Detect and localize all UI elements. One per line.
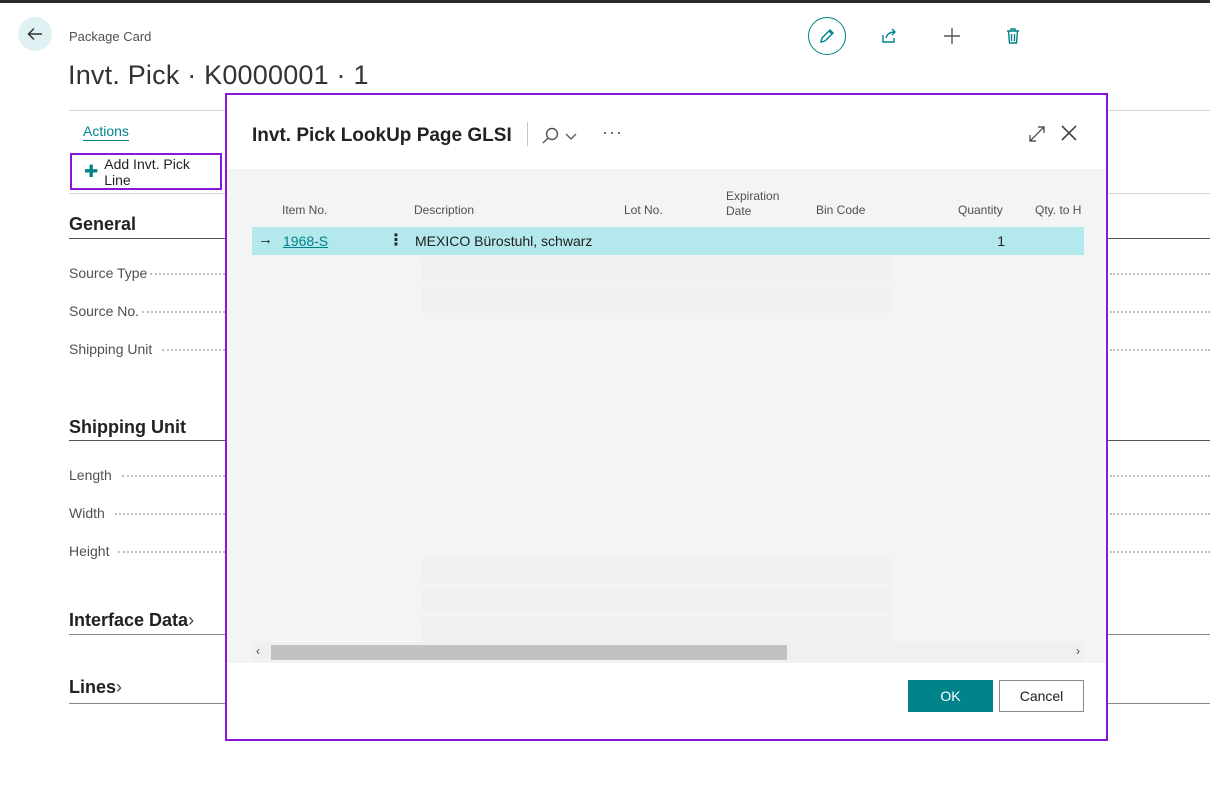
add-invt-pick-line-button[interactable]: ✚ Add Invt. Pick Line [70, 153, 222, 190]
actions-tab[interactable]: Actions [83, 123, 129, 141]
search-icon [542, 127, 559, 144]
leader-dots [1110, 311, 1210, 313]
expand-icon [1029, 126, 1045, 142]
empty-row-placeholder [422, 617, 892, 643]
empty-row-placeholder [422, 287, 892, 313]
lines-label: Lines [69, 677, 117, 697]
length-label: Length [69, 467, 112, 483]
trash-icon [1007, 28, 1019, 44]
page-caption: Package Card [69, 29, 152, 44]
column-header-bin-code[interactable]: Bin Code [816, 203, 865, 218]
source-type-label: Source Type [69, 265, 148, 281]
cancel-button[interactable]: Cancel [999, 680, 1084, 712]
close-dialog-button[interactable] [1059, 123, 1081, 145]
item-no-cell[interactable]: 1968-S [283, 233, 328, 249]
interface-data-section-heading[interactable]: Interface Data› [69, 610, 194, 631]
row-actions-icon[interactable]: ⋮ [388, 230, 404, 250]
new-button[interactable] [933, 17, 971, 55]
leader-dots [115, 513, 225, 515]
shipping-unit-label: Shipping Unit [69, 341, 153, 357]
width-label: Width [69, 505, 105, 521]
leader-dots [1110, 349, 1210, 351]
pencil-icon [820, 29, 834, 43]
empty-row-placeholder [422, 557, 892, 583]
edit-button[interactable] [808, 17, 846, 55]
column-header-qty-to-handle[interactable]: Qty. to H [1035, 203, 1081, 218]
plus-icon [944, 28, 960, 44]
scrollbar-thumb[interactable] [271, 645, 787, 660]
leader-dots [1110, 475, 1210, 477]
scroll-left-icon[interactable]: ‹ [256, 644, 260, 658]
leader-dots [1110, 273, 1210, 275]
dialog-search-button[interactable] [541, 125, 581, 147]
more-options-button[interactable]: ··· [602, 122, 623, 143]
leader-dots [1110, 513, 1210, 515]
expiration-date-line1: Expiration [726, 189, 780, 203]
chevron-down-icon [565, 133, 577, 140]
column-header-expiration-date[interactable]: Expiration Date [726, 189, 779, 219]
leader-dots [118, 551, 225, 553]
general-section-heading[interactable]: General [69, 214, 136, 235]
scroll-right-icon[interactable]: › [1076, 644, 1080, 658]
page-title: Invt. Pick · K0000001 · 1 [68, 60, 369, 90]
leader-dots [1110, 551, 1210, 553]
chevron-right-icon: › [188, 610, 195, 630]
height-label: Height [69, 543, 110, 559]
quantity-cell: 1 [997, 233, 1005, 249]
ok-button[interactable]: OK [908, 680, 993, 712]
leader-dots [142, 311, 225, 313]
delete-button[interactable] [994, 17, 1032, 55]
row-indicator-arrow-icon: → [258, 231, 273, 248]
column-header-item-no[interactable]: Item No. [282, 203, 327, 218]
window-top-bar [0, 0, 1210, 3]
add-invt-pick-line-label: Add Invt. Pick Line [104, 155, 190, 188]
share-icon [882, 28, 896, 43]
empty-row-placeholder [422, 587, 892, 613]
column-header-lot-no[interactable]: Lot No. [624, 203, 663, 218]
column-header-quantity[interactable]: Quantity [958, 203, 1003, 218]
leader-dots [122, 475, 225, 477]
horizontal-scrollbar[interactable]: ‹ › [252, 642, 1084, 662]
share-button[interactable] [870, 17, 908, 55]
back-button[interactable] [18, 17, 52, 51]
leader-dots [150, 273, 225, 275]
add-icon: ✚ [84, 161, 99, 181]
leader-dots [162, 349, 225, 351]
lookup-dialog: Invt. Pick LookUp Page GLSI ··· Item No.… [225, 93, 1108, 741]
description-cell: MEXICO Bürostuhl, schwarz [415, 233, 593, 249]
source-no-label: Source No. [69, 303, 140, 319]
back-arrow-icon [27, 27, 42, 41]
chevron-right-icon: › [116, 677, 123, 697]
lines-section-heading[interactable]: Lines› [69, 677, 122, 698]
column-header-description[interactable]: Description [414, 203, 474, 218]
shipping-unit-section-heading[interactable]: Shipping Unit [69, 417, 186, 438]
empty-row-placeholder [422, 257, 892, 283]
lookup-grid: Item No. Description Lot No. Expiration … [227, 169, 1105, 663]
dialog-title: Invt. Pick LookUp Page GLSI [252, 125, 512, 146]
interface-data-label: Interface Data [69, 610, 189, 630]
expand-dialog-button[interactable] [1027, 124, 1047, 144]
expiration-date-line2: Date [726, 204, 752, 218]
table-row[interactable]: → 1968-S ⋮ MEXICO Bürostuhl, schwarz 1 [252, 227, 1084, 255]
close-icon [1061, 125, 1077, 141]
dialog-title-separator [527, 122, 528, 146]
